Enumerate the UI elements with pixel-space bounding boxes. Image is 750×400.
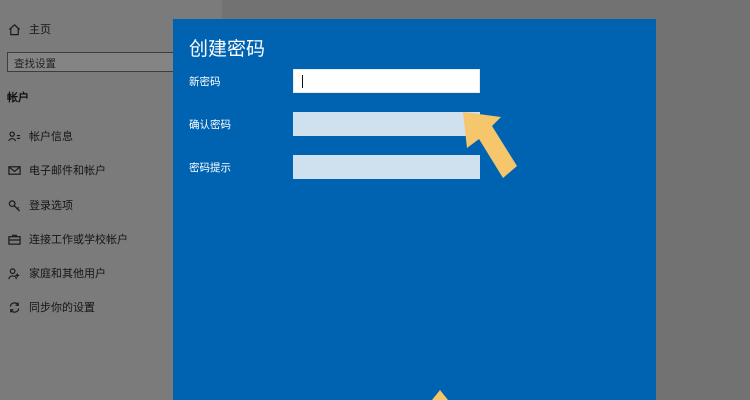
section-title: 帐户 [7,91,29,104]
briefcase-icon [7,232,21,246]
sidebar-home[interactable]: 主页 [0,16,51,42]
new-password-field[interactable] [293,69,480,93]
mail-icon [7,163,21,177]
person-add-icon [7,266,21,280]
account-info-icon [7,129,21,143]
confirm-password-field[interactable] [293,112,480,136]
sidebar-item-label: 连接工作或学校帐户 [29,233,128,246]
sidebar-item-label: 同步你的设置 [29,301,95,314]
sidebar-home-label: 主页 [29,23,51,36]
annotation-arrow-icon [463,112,517,178]
home-icon [7,22,21,36]
sidebar-item-account-info[interactable]: 帐户信息 [0,123,73,149]
sidebar-item-label: 帐户信息 [29,130,73,143]
sidebar-item-email[interactable]: 电子邮件和帐户 [0,157,106,183]
sidebar-item-signin[interactable]: 登录选项 [0,192,73,218]
sidebar-item-work[interactable]: 连接工作或学校帐户 [0,226,128,252]
annotation-arrow-tip-icon [432,390,448,400]
sidebar-item-sync[interactable]: 同步你的设置 [0,294,95,320]
password-hint-field[interactable] [293,155,480,179]
sidebar-item-label: 家庭和其他用户 [29,267,106,280]
new-password-label: 新密码 [189,76,221,88]
sidebar-item-family[interactable]: 家庭和其他用户 [0,260,106,286]
search-input[interactable]: 查找设置 [7,52,179,72]
text-caret [302,75,303,88]
sidebar-item-label: 登录选项 [29,199,73,212]
create-password-dialog: 创建密码 新密码 确认密码 密码提示 [173,19,656,400]
key-icon [7,198,21,212]
sync-icon [7,300,21,314]
dialog-title: 创建密码 [189,38,266,60]
sidebar-item-label: 电子邮件和帐户 [29,164,106,177]
confirm-password-label: 确认密码 [189,119,231,131]
password-hint-label: 密码提示 [189,162,231,174]
